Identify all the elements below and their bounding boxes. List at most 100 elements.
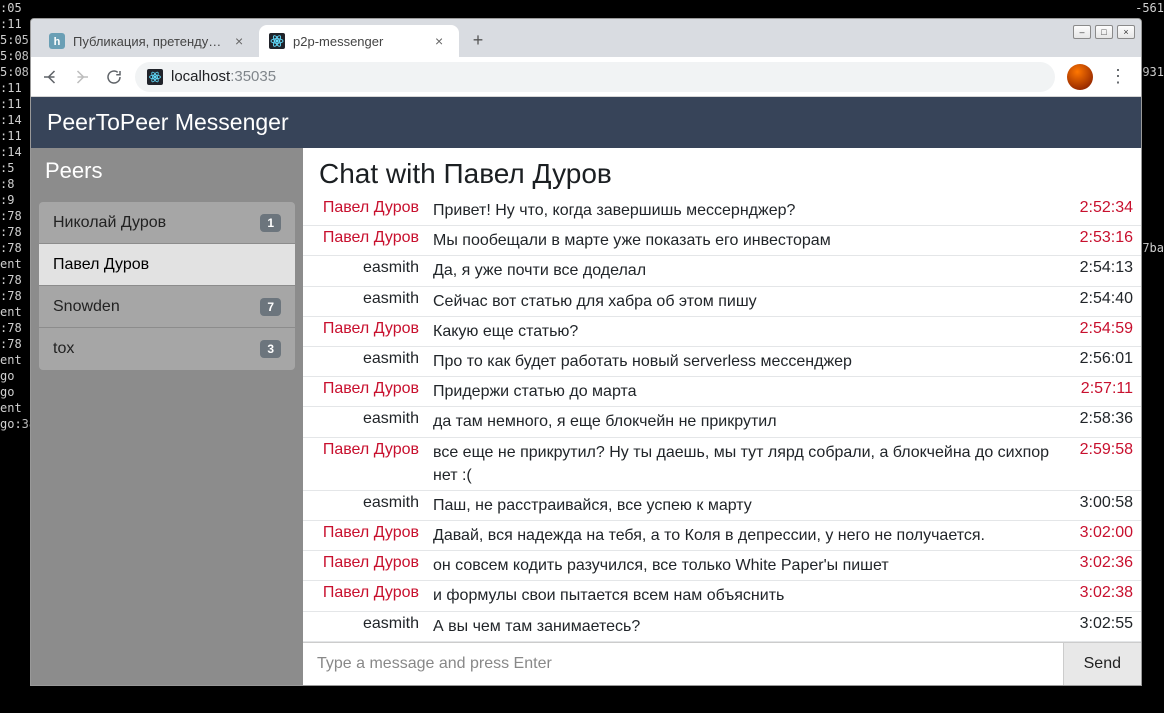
message-sender: Павел Дуров bbox=[303, 199, 433, 217]
send-button[interactable]: Send bbox=[1063, 643, 1141, 685]
message-time: 2:56:01 bbox=[1063, 350, 1137, 368]
message-text: Давай, вся надежда на тебя, а то Коля в … bbox=[433, 524, 1063, 547]
kebab-menu-icon[interactable]: ⋮ bbox=[1105, 66, 1131, 87]
message-sender: easmith bbox=[303, 410, 433, 428]
message-sender: Павел Дуров bbox=[303, 320, 433, 338]
peer-name: Павел Дуров bbox=[53, 256, 149, 274]
message-sender: Павел Дуров bbox=[303, 584, 433, 602]
message-list[interactable]: Павел ДуровПривет! Ну что, когда заверши… bbox=[303, 196, 1141, 642]
message-sender: easmith bbox=[303, 259, 433, 277]
message-sender: easmith bbox=[303, 290, 433, 308]
message-sender: easmith bbox=[303, 615, 433, 633]
message-text: А вы чем там занимаетесь? bbox=[433, 615, 1063, 638]
message-time: 2:57:11 bbox=[1063, 380, 1137, 398]
message-text: Да, я уже почти все доделал bbox=[433, 259, 1063, 282]
unread-badge: 7 bbox=[260, 298, 281, 316]
peer-name: tox bbox=[53, 340, 74, 358]
browser-window: h Публикация, претендующа… × p2p-messeng… bbox=[30, 18, 1142, 686]
message-time: 3:00:58 bbox=[1063, 494, 1137, 512]
message-sender: Павел Дуров bbox=[303, 229, 433, 247]
url-port: :35035 bbox=[230, 68, 276, 85]
message-sender: easmith bbox=[303, 350, 433, 368]
message-time: 3:02:55 bbox=[1063, 615, 1137, 633]
message-text: да там немного, я еще блокчейн не прикру… bbox=[433, 410, 1063, 433]
message-row: easmithПаш, не расстраивайся, все успею … bbox=[303, 490, 1141, 520]
message-text: Придержи статью до марта bbox=[433, 380, 1063, 403]
message-row: Павел ДуровДавай, вся надежда на тебя, а… bbox=[303, 520, 1141, 550]
site-info-icon[interactable] bbox=[147, 69, 163, 85]
message-time: 3:02:00 bbox=[1063, 524, 1137, 542]
back-icon[interactable] bbox=[41, 68, 59, 86]
message-row: Павел Дуроввсе еще не прикрутил? Ну ты д… bbox=[303, 437, 1141, 490]
peer-list: Николай Дуров 1 Павел Дуров Snowden 7 tox 3 bbox=[31, 194, 303, 378]
unread-badge: 1 bbox=[260, 214, 281, 232]
maximize-button[interactable]: □ bbox=[1095, 25, 1113, 39]
message-row: Павел ДуровПривет! Ну что, когда заверши… bbox=[303, 196, 1141, 225]
sidebar-item-peer[interactable]: Павел Дуров bbox=[39, 244, 295, 286]
message-row: easmithПро то как будет работать новый s… bbox=[303, 346, 1141, 376]
message-time: 3:02:36 bbox=[1063, 554, 1137, 572]
browser-tab-title: Публикация, претендующа… bbox=[73, 34, 227, 49]
message-text: и формулы свои пытается всем нам объясни… bbox=[433, 584, 1063, 607]
new-tab-button[interactable]: + bbox=[463, 25, 493, 55]
message-row: easmithСейчас вот статью для хабра об эт… bbox=[303, 286, 1141, 316]
message-text: Мы пообещали в марте уже показать его ин… bbox=[433, 229, 1063, 252]
message-time: 2:53:16 bbox=[1063, 229, 1137, 247]
app-title: PeerToPeer Messenger bbox=[31, 97, 1141, 148]
peer-name: Snowden bbox=[53, 298, 120, 316]
message-row: easmithда там немного, я еще блокчейн не… bbox=[303, 406, 1141, 436]
message-sender: easmith bbox=[303, 494, 433, 512]
profile-avatar-button[interactable] bbox=[1067, 64, 1093, 90]
message-time: 2:54:59 bbox=[1063, 320, 1137, 338]
message-time: 3:02:38 bbox=[1063, 584, 1137, 602]
habr-favicon-icon: h bbox=[49, 33, 65, 49]
app-root: PeerToPeer Messenger Peers Николай Дуров… bbox=[31, 97, 1141, 685]
svg-text:h: h bbox=[54, 36, 61, 48]
react-favicon-icon bbox=[269, 33, 285, 49]
browser-tab-1[interactable]: h Публикация, претендующа… × bbox=[39, 25, 259, 57]
browser-address-bar: localhost:35035 ⋮ bbox=[31, 57, 1141, 97]
close-icon[interactable]: × bbox=[235, 33, 249, 49]
peer-name: Николай Дуров bbox=[53, 214, 166, 232]
message-time: 2:58:36 bbox=[1063, 410, 1137, 428]
message-row: Павел ДуровПридержи статью до марта2:57:… bbox=[303, 376, 1141, 406]
message-sender: Павел Дуров bbox=[303, 441, 433, 459]
message-sender: Павел Дуров bbox=[303, 554, 433, 572]
unread-badge: 3 bbox=[260, 340, 281, 358]
sidebar-item-peer[interactable]: Snowden 7 bbox=[39, 286, 295, 328]
message-row: easmithА вы чем там занимаетесь?3:02:55 bbox=[303, 611, 1141, 641]
chat-header: Chat with Павел Дуров bbox=[303, 148, 1141, 196]
sidebar-item-peer[interactable]: tox 3 bbox=[39, 328, 295, 370]
message-row: Павел Дурови формулы свои пытается всем … bbox=[303, 580, 1141, 610]
window-controls: – □ × bbox=[1073, 25, 1135, 39]
omnibox[interactable]: localhost:35035 bbox=[135, 62, 1055, 92]
peers-sidebar: Peers Николай Дуров 1 Павел Дуров Snowden 7 t… bbox=[31, 148, 303, 685]
message-time: 2:52:34 bbox=[1063, 199, 1137, 217]
message-text: он совсем кодить разучился, все только W… bbox=[433, 554, 1063, 577]
message-sender: Павел Дуров bbox=[303, 524, 433, 542]
message-text: Сейчас вот статью для хабра об этом пишу bbox=[433, 290, 1063, 313]
close-window-button[interactable]: × bbox=[1117, 25, 1135, 39]
url-host: localhost bbox=[171, 68, 230, 85]
message-time: 2:54:13 bbox=[1063, 259, 1137, 277]
browser-tab-2[interactable]: p2p-messenger × bbox=[259, 25, 459, 57]
message-text: Привет! Ну что, когда завершишь мессернд… bbox=[433, 199, 1063, 222]
sidebar-title: Peers bbox=[31, 148, 303, 194]
chat-panel: Chat with Павел Дуров Павел ДуровПривет!… bbox=[303, 148, 1141, 685]
message-row: Павел ДуровКакую еще статью?2:54:59 bbox=[303, 316, 1141, 346]
message-time: 2:59:58 bbox=[1063, 441, 1137, 459]
message-text: Паш, не расстраивайся, все успею к марту bbox=[433, 494, 1063, 517]
reload-icon[interactable] bbox=[105, 68, 123, 86]
message-sender: Павел Дуров bbox=[303, 380, 433, 398]
forward-icon bbox=[73, 68, 91, 86]
close-icon[interactable]: × bbox=[435, 33, 449, 49]
message-text: Какую еще статью? bbox=[433, 320, 1063, 343]
message-text: Про то как будет работать новый serverle… bbox=[433, 350, 1063, 373]
message-input[interactable] bbox=[303, 643, 1063, 685]
minimize-button[interactable]: – bbox=[1073, 25, 1091, 39]
message-row: Павел Дуровон совсем кодить разучился, в… bbox=[303, 550, 1141, 580]
message-text: все еще не прикрутил? Ну ты даешь, мы ту… bbox=[433, 441, 1063, 487]
sidebar-item-peer[interactable]: Николай Дуров 1 bbox=[39, 202, 295, 244]
message-row: Павел ДуровМы пообещали в марте уже пока… bbox=[303, 225, 1141, 255]
message-time: 2:54:40 bbox=[1063, 290, 1137, 308]
